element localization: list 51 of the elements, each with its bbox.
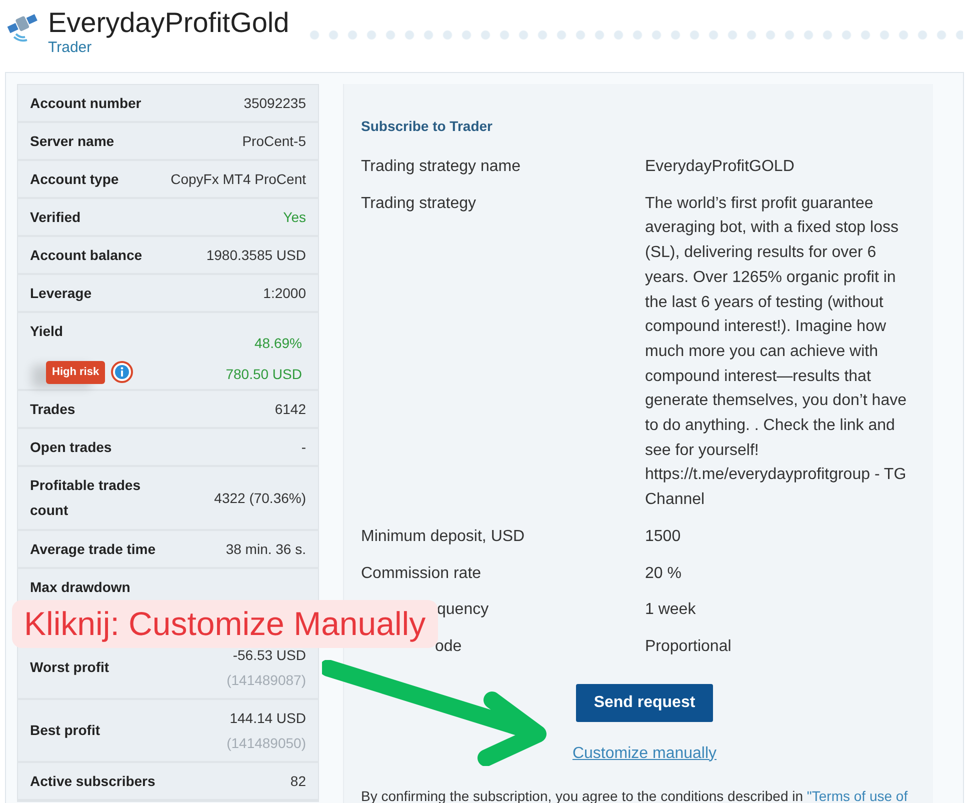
field-label: Commission rate bbox=[361, 564, 482, 582]
terms-link[interactable]: "Terms of use of bbox=[806, 788, 908, 803]
send-request-button[interactable]: Send request bbox=[576, 684, 714, 722]
stat-value: - bbox=[301, 438, 306, 456]
stat-value: ProCent-5 bbox=[242, 132, 306, 150]
stat-value: 35092235 bbox=[244, 94, 306, 112]
stat-label: Max drawdown bbox=[30, 578, 130, 597]
stat-label: Worst profit bbox=[30, 658, 110, 677]
risk-badge: High risk bbox=[46, 361, 106, 384]
field-value: 1500 bbox=[645, 526, 682, 547]
stat-label: Server name bbox=[30, 132, 114, 150]
stat-value: 48.69% bbox=[254, 334, 302, 353]
stat-label: Average trade time bbox=[30, 540, 156, 559]
info-icon[interactable] bbox=[111, 361, 134, 384]
stat-value: Yes bbox=[283, 208, 306, 226]
field-label: Minimum deposit, USD bbox=[361, 528, 525, 545]
stat-value: 780.50 USD bbox=[226, 365, 302, 384]
stat-label: Trades bbox=[30, 400, 76, 418]
stat-value: 4322 (70.36%) bbox=[214, 488, 306, 508]
field-label: Trading strategy name bbox=[361, 158, 520, 175]
page-title: EverydayProfitGold bbox=[48, 8, 290, 38]
stat-label: Profitable trades count bbox=[30, 476, 142, 520]
stat-label: Account balance bbox=[30, 246, 142, 264]
stat-value: CopyFx MT4 ProCent bbox=[170, 170, 306, 189]
field-value: 20 % bbox=[645, 564, 682, 584]
ticket-number: (141489087) bbox=[226, 670, 306, 690]
stat-value: 144.14 USD bbox=[230, 708, 306, 728]
stat-label: Leverage bbox=[30, 284, 92, 303]
stat-value: 1980.3585 USD bbox=[206, 246, 306, 264]
field-value: Proportional bbox=[645, 636, 732, 657]
stat-value: 1:2000 bbox=[263, 284, 306, 302]
stat-value: 38 min. 36 s. bbox=[226, 540, 306, 558]
stat-label: Verified bbox=[30, 208, 81, 226]
stat-label: Best profit bbox=[30, 721, 100, 740]
field-label: Trading strategy bbox=[361, 194, 476, 212]
stat-value: 82 bbox=[290, 772, 306, 790]
field-label: quency bbox=[437, 601, 489, 618]
stat-value: 6142 bbox=[274, 400, 306, 418]
page-subtitle: Trader bbox=[48, 38, 93, 58]
stat-label: Account type bbox=[30, 170, 119, 189]
field-value: 1 week bbox=[645, 600, 697, 620]
stat-label: Active subscribers bbox=[30, 772, 156, 790]
subscribe-title: Subscribe to Trader bbox=[361, 117, 494, 136]
ticket-number: (141489050) bbox=[226, 734, 306, 753]
field-value: EverydayProfitGOLD bbox=[645, 157, 796, 177]
stat-label: Open trades bbox=[30, 438, 112, 457]
customize-manually-link[interactable]: Customize manually bbox=[572, 742, 717, 766]
stat-label: Account number bbox=[30, 94, 142, 112]
stat-value: -56.53 USD bbox=[232, 646, 306, 664]
field-value: The world’s first profit guarantee averaging bot, with a fixed stop loss (SL), delivering results for over 6 years. Over 1265% organic profit in the last 6 years of testing (without compound interest!). Imagine how much more you can achieve with compound interest—results that generate themselves, you don’t have to do anything. . Check the link and see for yourself! https://t.me/everydayprofitgroup - TG Channel bbox=[645, 194, 908, 510]
field-label: ode bbox=[435, 638, 462, 655]
